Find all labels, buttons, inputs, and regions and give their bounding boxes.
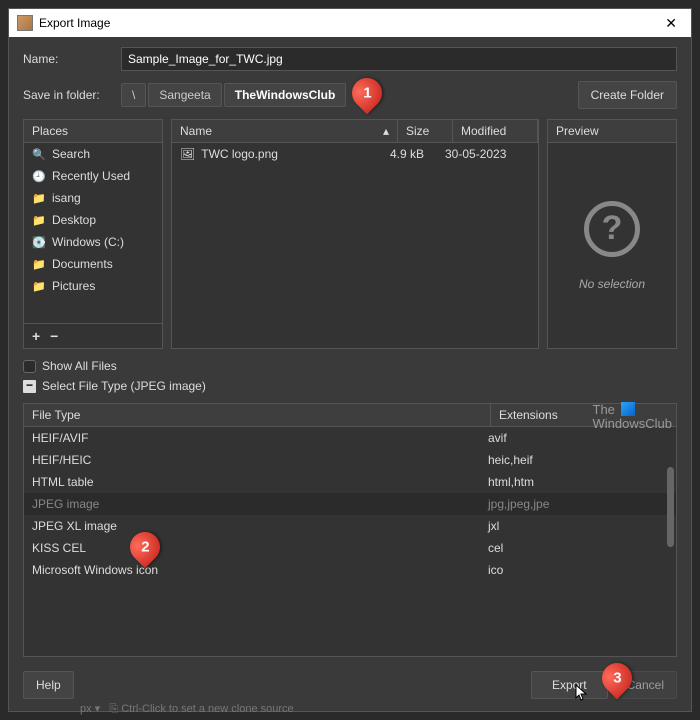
places-item[interactable]: 🕘 Recently Used xyxy=(24,165,162,187)
place-icon: 🔍 xyxy=(32,148,46,161)
col-modified-header[interactable]: Modified xyxy=(453,120,538,142)
place-label: isang xyxy=(52,191,81,205)
places-header: Places xyxy=(24,120,162,143)
preview-text: No selection xyxy=(579,277,645,291)
place-icon: 📁 xyxy=(32,214,46,227)
places-item[interactable]: 🔍 Search xyxy=(24,143,162,165)
place-label: Desktop xyxy=(52,213,96,227)
file-type-row[interactable]: Microsoft Windows iconico xyxy=(24,559,676,581)
name-label: Name: xyxy=(23,52,113,66)
col-size-header[interactable]: Size xyxy=(398,120,453,142)
place-label: Pictures xyxy=(52,279,95,293)
col-name-header[interactable]: Name ▴ xyxy=(172,120,398,142)
crumb-user[interactable]: Sangeeta xyxy=(148,83,221,107)
callout-1: 1 xyxy=(352,78,382,112)
place-icon: 📁 xyxy=(32,192,46,205)
file-row[interactable]: 🖼TWC logo.png4.9 kB30-05-2023 xyxy=(172,143,538,165)
scrollbar-thumb[interactable] xyxy=(667,467,674,547)
file-type-row[interactable]: HEIF/HEICheic,heif xyxy=(24,449,676,471)
places-item[interactable]: 📁 Documents xyxy=(24,253,162,275)
help-button[interactable]: Help xyxy=(23,671,74,699)
places-item[interactable]: 💽 Windows (C:) xyxy=(24,231,162,253)
watermark: The WindowsClub xyxy=(593,400,672,432)
crumb-current[interactable]: TheWindowsClub xyxy=(224,83,347,107)
file-type-row[interactable]: JPEG imagejpg,jpeg,jpe xyxy=(24,493,676,515)
places-panel: Places 🔍 Search 🕘 Recently Used 📁 isang 📁 Deskt… xyxy=(23,119,163,349)
callout-3: 3 xyxy=(602,663,632,697)
sort-asc-icon: ▴ xyxy=(383,124,389,138)
place-icon: 📁 xyxy=(32,280,46,293)
app-icon xyxy=(17,15,33,31)
create-folder-button[interactable]: Create Folder xyxy=(578,81,677,109)
callout-2: 2 xyxy=(130,532,160,566)
place-icon: 💽 xyxy=(32,236,46,249)
file-type-row[interactable]: HEIF/AVIFavif xyxy=(24,427,676,449)
file-type-row[interactable]: HTML tablehtml,htm xyxy=(24,471,676,493)
preview-header: Preview xyxy=(548,120,676,143)
place-icon: 📁 xyxy=(32,258,46,271)
file-type-list: File Type Extensions HEIF/AVIFavifHEIF/H… xyxy=(23,403,677,657)
filetype-label: Select File Type (JPEG image) xyxy=(42,379,206,393)
breadcrumb: \ Sangeeta TheWindowsClub xyxy=(121,83,346,107)
place-icon: 🕘 xyxy=(32,170,46,183)
file-icon: 🖼 xyxy=(180,147,195,161)
file-type-row[interactable]: JPEG XL imagejxl xyxy=(24,515,676,537)
file-list: Name ▴ Size Modified 🖼TWC logo.png4.9 kB… xyxy=(171,119,539,349)
titlebar: Export Image ✕ xyxy=(9,9,691,37)
filetype-expander[interactable]: − xyxy=(23,380,36,393)
place-label: Documents xyxy=(52,257,113,271)
preview-panel: Preview ? No selection xyxy=(547,119,677,349)
places-item[interactable]: 📁 isang xyxy=(24,187,162,209)
window-title: Export Image xyxy=(39,16,659,30)
question-icon: ? xyxy=(584,201,640,257)
place-label: Recently Used xyxy=(52,169,130,183)
watermark-icon xyxy=(621,402,635,416)
place-label: Windows (C:) xyxy=(52,235,124,249)
places-item[interactable]: 📁 Pictures xyxy=(24,275,162,297)
show-all-checkbox[interactable] xyxy=(23,360,36,373)
places-remove-button[interactable]: − xyxy=(50,328,58,344)
show-all-label: Show All Files xyxy=(42,359,117,373)
folder-label: Save in folder: xyxy=(23,88,113,102)
status-hint: px ▾ ⎘ Ctrl-Click to set a new clone sou… xyxy=(0,702,700,720)
crumb-root[interactable]: \ xyxy=(121,83,146,107)
close-icon[interactable]: ✕ xyxy=(659,15,683,32)
filename-input[interactable] xyxy=(121,47,677,71)
export-button[interactable]: Export xyxy=(531,671,608,699)
type-header[interactable]: File Type xyxy=(24,404,491,426)
file-type-row[interactable]: KISS CELcel xyxy=(24,537,676,559)
export-dialog: Export Image ✕ Name: Save in folder: \ S… xyxy=(8,8,692,712)
place-label: Search xyxy=(52,147,90,161)
places-add-button[interactable]: + xyxy=(32,328,40,344)
places-item[interactable]: 📁 Desktop xyxy=(24,209,162,231)
